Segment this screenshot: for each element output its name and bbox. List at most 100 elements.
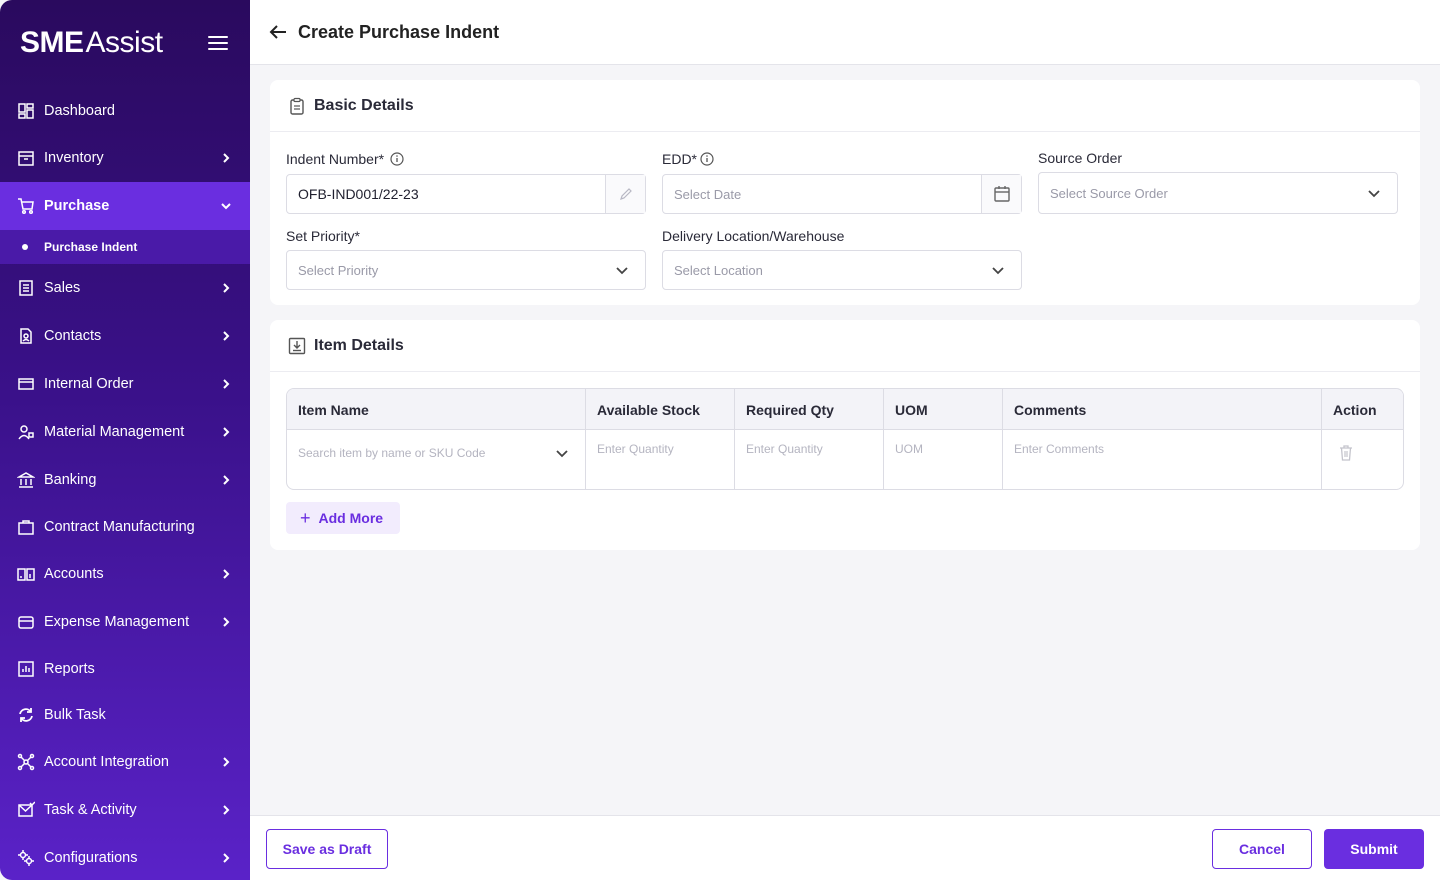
trash-icon[interactable] [1338,444,1354,462]
priority-placeholder: Select Priority [298,262,379,278]
submit-button[interactable]: Submit [1324,829,1424,869]
sidebar-item-material-management[interactable]: Material Management [0,409,250,455]
chevron-down-icon [1368,190,1380,198]
sidebar-item-banking[interactable]: Banking [0,457,250,503]
sidebar-item-contacts[interactable]: Contacts [0,313,250,359]
location-select[interactable]: Select Location [662,250,1022,290]
brand-logo[interactable]: SMEAssist [20,26,163,60]
edd-placeholder: Select Date [674,186,742,202]
chevron-right-icon [223,805,230,815]
available-stock-placeholder: Enter Quantity [597,442,674,456]
sidebar-item-internal-order[interactable]: Internal Order [0,361,250,407]
available-stock-input[interactable]: Enter Quantity [586,430,735,489]
dashboard-icon [16,101,36,121]
basic-details-card: Basic Details Indent Number* OFB-IND001/… [270,80,1420,305]
delivery-location-label-text: Delivery Location/Warehouse [662,228,845,244]
sidebar-item-reports[interactable]: Reports [0,646,250,692]
indent-number-field[interactable]: OFB-IND001/22-23 [286,174,646,214]
source-order-select[interactable]: Select Source Order [1038,172,1398,214]
sidebar-item-configurations[interactable]: Configurations [0,835,250,880]
add-more-button[interactable]: + Add More [286,502,400,534]
location-placeholder: Select Location [674,262,763,278]
source-order-label-text: Source Order [1038,150,1123,166]
plus-icon: + [300,508,311,528]
item-search-placeholder: Search item by name or SKU Code [298,446,486,460]
sidebar-item-label: Banking [44,472,97,488]
sidebar-item-label: Material Management [44,424,185,440]
basic-details-title: Basic Details [314,96,414,114]
calendar-button[interactable] [981,175,1021,213]
set-priority-label-text: Set Priority* [286,228,360,244]
chevron-right-icon [223,379,230,389]
material-icon [16,422,36,442]
back-arrow-icon[interactable] [268,22,288,42]
briefcase-icon [16,517,36,537]
bank-icon [16,470,36,490]
sidebar-item-task-activity[interactable]: Task & Activity [0,787,250,833]
item-details-header: Item Details [270,320,1420,372]
sidebar-item-inventory[interactable]: Inventory [0,135,250,181]
uom-input[interactable]: UOM [884,430,1003,489]
integration-icon [16,752,36,772]
info-icon[interactable] [700,152,714,166]
sidebar-item-label: Purchase [44,198,110,214]
edd-label: EDD* [662,151,714,167]
sidebar-item-label: Account Integration [44,754,169,770]
sidebar-item-contract-manufacturing[interactable]: Contract Manufacturing [0,504,250,550]
cancel-button[interactable]: Cancel [1212,829,1312,869]
edit-pencil-button[interactable] [605,175,645,213]
indent-number-label-text: Indent Number* [286,151,385,167]
sidebar-item-label: Contacts [44,328,102,344]
basic-details-header: Basic Details [270,80,1420,132]
download-box-icon [288,337,306,354]
chevron-right-icon [223,427,230,437]
clipboard-icon [290,97,304,115]
inventory-icon [16,148,36,168]
sidebar-item-expense-management[interactable]: Expense Management [0,599,250,645]
comments-placeholder: Enter Comments [1014,442,1105,456]
contacts-icon [16,326,36,346]
column-header: Required Qty [735,389,884,430]
item-search-select[interactable]: Search item by name or SKU Code [287,430,586,489]
chevron-right-icon [223,757,230,767]
sidebar-item-label: Reports [44,661,95,677]
sidebar-item-label: Sales [44,280,81,296]
sidebar-subitem-purchase-indent[interactable]: Purchase Indent [0,230,250,264]
sidebar-item-sales[interactable]: Sales [0,265,250,311]
hamburger-menu-icon[interactable] [208,36,228,52]
chevron-right-icon [223,617,230,627]
source-order-label: Source Order [1038,150,1122,166]
priority-select[interactable]: Select Priority [286,250,646,290]
sidebar-item-accounts[interactable]: Accounts [0,551,250,597]
chevron-down-icon [992,267,1004,275]
brand-part-2: Assist [85,26,164,59]
comments-input[interactable]: Enter Comments [1003,430,1322,489]
required-qty-input[interactable]: Enter Quantity [735,430,884,489]
indent-number-value: OFB-IND001/22-23 [298,186,419,202]
sidebar-item-label: Dashboard [44,103,115,119]
chevron-right-icon [223,853,230,863]
sidebar-item-purchase[interactable]: Purchase [0,182,250,230]
sidebar-item-account-integration[interactable]: Account Integration [0,739,250,785]
sidebar-item-label: Bulk Task [44,707,106,723]
delivery-location-label: Delivery Location/Warehouse [662,228,844,244]
sidebar-item-label: Accounts [44,566,104,582]
info-icon[interactable] [390,152,404,166]
save-draft-button[interactable]: Save as Draft [266,829,388,869]
sidebar-item-label: Contract Manufacturing [44,519,195,535]
column-header: Available Stock [586,389,735,430]
sidebar-item-bulk-task[interactable]: Bulk Task [0,692,250,738]
brand-part-1: SME [20,26,84,59]
chevron-right-icon [223,153,230,163]
sidebar-item-label: Inventory [44,150,104,166]
bullet-dot [22,244,28,250]
item-details-title: Item Details [314,336,404,354]
chevron-right-icon [223,569,230,579]
sidebar: SMEAssist Dashboard Inventory Purchase P… [0,0,250,880]
sidebar-item-dashboard[interactable]: Dashboard [0,88,250,134]
column-header: UOM [884,389,1003,430]
page-header: Create Purchase Indent [250,0,1440,65]
reports-icon [16,659,36,679]
edd-date-field[interactable]: Select Date [662,174,1022,214]
set-priority-label: Set Priority* [286,228,360,244]
